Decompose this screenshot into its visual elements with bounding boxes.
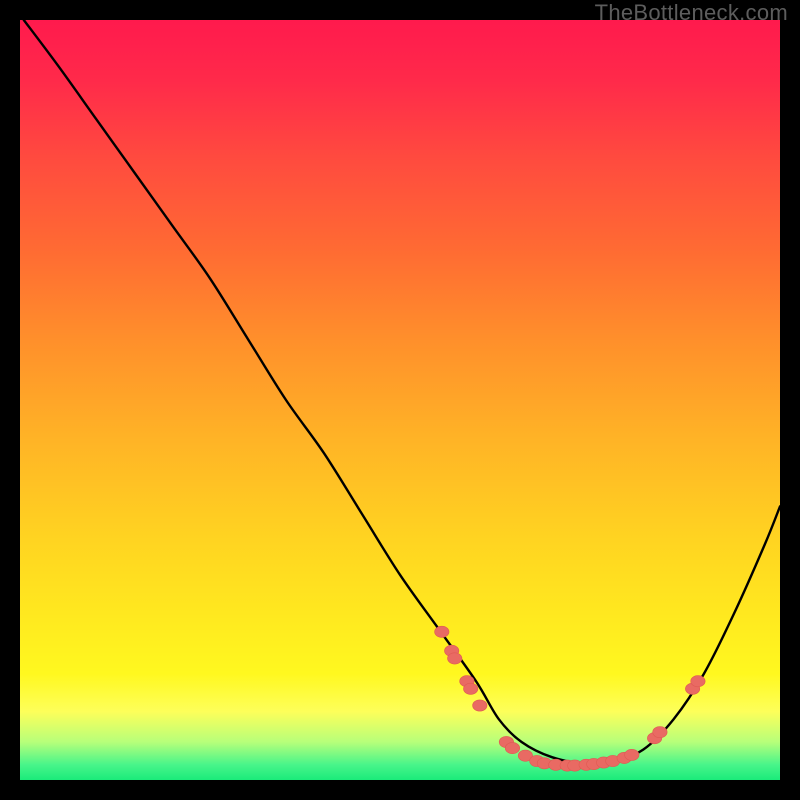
data-marker — [463, 683, 477, 694]
data-marker — [653, 727, 667, 738]
data-marker — [505, 742, 519, 753]
data-marker — [691, 676, 705, 687]
chart-area — [20, 20, 780, 780]
marker-group — [435, 626, 706, 771]
bottleneck-curve — [24, 20, 780, 765]
chart-svg — [20, 20, 780, 780]
data-marker — [473, 700, 487, 711]
data-marker — [448, 653, 462, 664]
data-marker — [625, 749, 639, 760]
data-marker — [435, 626, 449, 637]
